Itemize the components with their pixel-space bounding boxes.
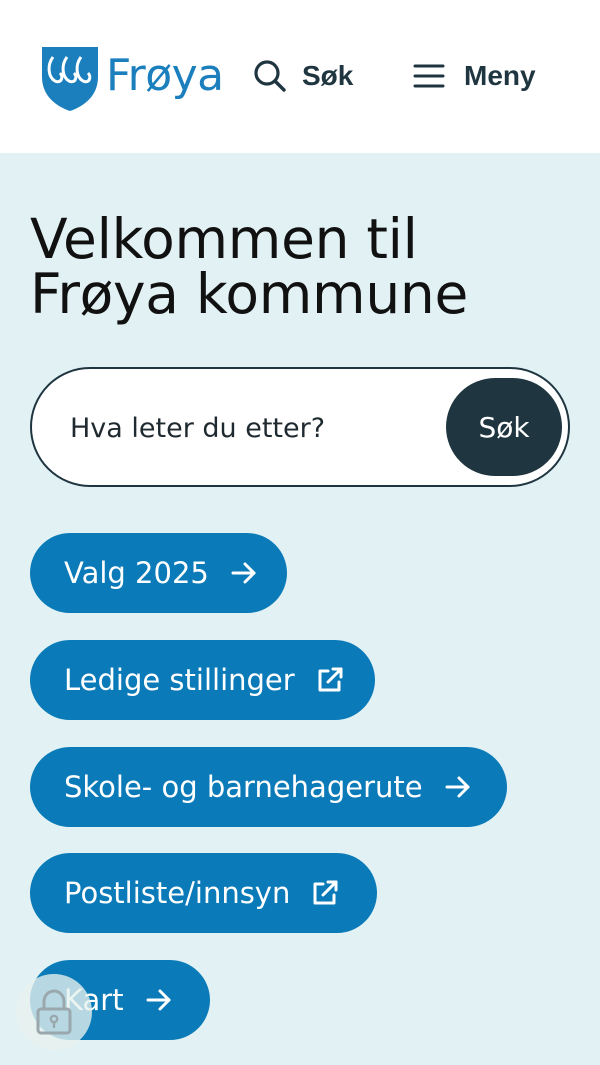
header-search-button[interactable]: Søk [252, 52, 353, 100]
quick-link-label: Valg 2025 [64, 556, 209, 590]
search-submit-button[interactable]: Søk [446, 378, 562, 476]
logo-text: Frøya [106, 49, 224, 101]
arrow-right-icon [231, 562, 256, 584]
site-logo[interactable]: Frøya [40, 43, 224, 113]
quick-link-skole-og-barnehagerute[interactable]: Skole- og barnehagerute [30, 747, 507, 827]
header-menu-label: Meny [464, 60, 536, 91]
coat-of-arms-icon [42, 47, 98, 111]
arrow-right-icon [445, 776, 470, 798]
header-search-label: Søk [302, 60, 354, 91]
quick-link-postliste-innsyn[interactable]: Postliste/innsyn [30, 853, 377, 933]
quick-link-valg-2025[interactable]: Valg 2025 [30, 533, 287, 613]
cookie-consent-button[interactable] [16, 974, 92, 1050]
quick-link-ledige-stillinger[interactable]: Ledige stillinger [30, 640, 375, 720]
header-menu-button[interactable]: Meny [412, 52, 536, 100]
search-input[interactable] [70, 399, 430, 457]
external-link-icon [318, 667, 343, 692]
search-icon [254, 60, 286, 92]
hamburger-menu-icon [413, 64, 445, 88]
site-header: Frøya Søk Meny [0, 0, 600, 153]
search-form: Søk [30, 367, 570, 487]
quick-link-label: Ledige stillinger [64, 663, 295, 697]
arrow-right-icon [146, 989, 171, 1011]
lock-icon [36, 989, 72, 1035]
quick-link-label: Skole- og barnehagerute [64, 770, 423, 804]
page-title: Velkommen til Frøya kommune [30, 207, 468, 326]
external-link-icon [313, 880, 338, 905]
quick-link-label: Postliste/innsyn [64, 876, 291, 910]
